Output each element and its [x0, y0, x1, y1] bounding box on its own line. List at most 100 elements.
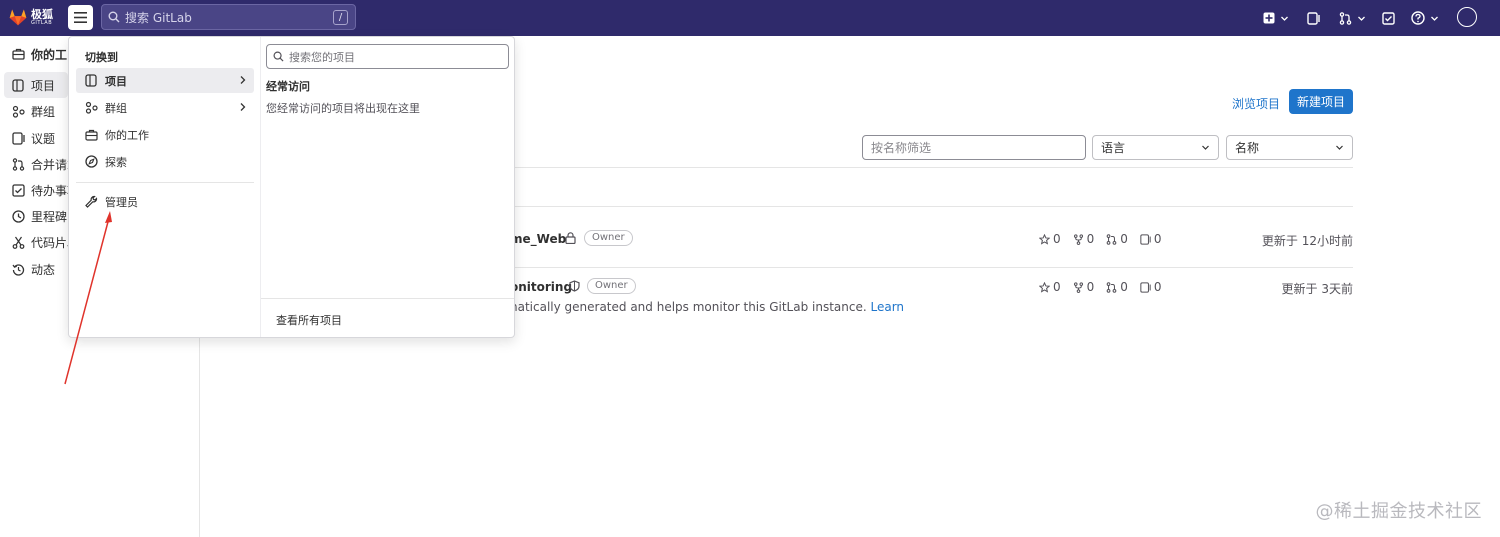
- stars-count[interactable]: 0: [1039, 280, 1061, 294]
- search-shortcut-key: /: [333, 10, 348, 25]
- chevron-down-icon: [1431, 16, 1438, 21]
- menu-item-explore[interactable]: 探索: [76, 149, 254, 174]
- sidebar-item-label: 群组: [31, 104, 56, 119]
- search-icon: [108, 11, 120, 23]
- divider: [76, 182, 254, 183]
- snippet-icon: [11, 235, 25, 249]
- menu-item-projects[interactable]: 项目: [76, 68, 254, 93]
- menu-item-label: 群组: [105, 101, 127, 115]
- forks-count[interactable]: 0: [1073, 232, 1095, 246]
- main-menu-button[interactable]: [68, 5, 93, 30]
- issues-count[interactable]: 0: [1140, 232, 1162, 246]
- merge-requests-count[interactable]: 0: [1106, 280, 1128, 294]
- shield-icon: [569, 280, 580, 292]
- sidebar-item-label: 项目: [31, 78, 56, 93]
- stat-value: 0: [1153, 280, 1162, 294]
- menu-item-admin[interactable]: 管理员: [76, 189, 254, 214]
- learn-more-link[interactable]: Learn: [870, 300, 904, 314]
- star-icon: [1039, 233, 1050, 245]
- stars-count[interactable]: 0: [1039, 232, 1061, 246]
- work-icon: [85, 128, 98, 141]
- stat-value: 0: [1053, 232, 1061, 246]
- switcher-menu: 切换到 项目 群组 你的工作 探索 管理员: [69, 37, 261, 337]
- avatar-icon[interactable]: [1457, 7, 1477, 27]
- sidebar-item-label: 议题: [31, 131, 56, 146]
- frequently-visited-empty-text: 您经常访问的项目将出现在这里: [266, 102, 420, 115]
- merge-request-icon: [1106, 281, 1117, 293]
- project-stats: 0 0 0 0: [1039, 232, 1174, 246]
- filter-by-name-input[interactable]: 按名称筛选: [862, 135, 1086, 160]
- merge-request-icon: [11, 157, 25, 171]
- todos-nav-button[interactable]: [1382, 9, 1395, 27]
- history-icon: [11, 262, 25, 276]
- new-project-button[interactable]: 新建项目: [1289, 89, 1353, 114]
- todo-icon: [11, 183, 25, 197]
- project-name-link[interactable]: me_Web: [510, 232, 566, 246]
- logo-title: 极狐: [31, 7, 53, 21]
- top-navbar: 极狐 GITLAB 搜索 GitLab /: [0, 0, 1500, 36]
- issues-nav-button[interactable]: [1307, 9, 1320, 27]
- sidebar-item-label: 里程碑: [31, 209, 68, 224]
- fork-icon: [1073, 281, 1083, 293]
- project-description: natically generated and helps monitor th…: [510, 300, 904, 314]
- watermark-text: @稀土掘金技术社区: [1315, 501, 1482, 522]
- menu-item-groups[interactable]: 群组: [76, 95, 254, 120]
- global-search-input[interactable]: 搜索 GitLab /: [101, 4, 356, 30]
- language-select[interactable]: 语言: [1092, 135, 1219, 160]
- chevron-down-icon: [1336, 145, 1343, 150]
- tanuki-icon: [9, 9, 27, 26]
- project-search-placeholder: 搜索您的项目: [289, 50, 355, 64]
- merge-requests-nav-button[interactable]: [1339, 9, 1366, 27]
- todo-icon: [1382, 11, 1395, 25]
- frequently-visited-heading: 经常访问: [266, 80, 310, 93]
- owner-badge: Owner: [584, 230, 633, 246]
- work-icon: [11, 47, 25, 61]
- sort-select[interactable]: 名称: [1226, 135, 1353, 160]
- menu-item-label: 管理员: [105, 195, 138, 209]
- gitlab-logo[interactable]: 极狐 GITLAB: [8, 7, 53, 27]
- project-description-text: natically generated and helps monitor th…: [510, 300, 871, 314]
- updated-time: 更新于 12小时前: [1261, 234, 1353, 248]
- switch-to-heading: 切换到: [85, 51, 118, 64]
- menu-item-your-work[interactable]: 你的工作: [76, 122, 254, 147]
- fork-icon: [1073, 233, 1083, 245]
- forks-count[interactable]: 0: [1073, 280, 1095, 294]
- help-icon: [1411, 11, 1425, 25]
- search-placeholder: 搜索 GitLab: [125, 10, 192, 25]
- issues-icon: [1140, 233, 1151, 245]
- stat-value: 0: [1153, 232, 1162, 246]
- group-icon: [85, 101, 98, 114]
- menu-item-label: 探索: [105, 155, 127, 169]
- stat-value: 0: [1053, 280, 1061, 294]
- view-all-projects-link[interactable]: 查看所有项目: [276, 312, 342, 328]
- new-menu-button[interactable]: [1263, 9, 1289, 27]
- chevron-right-icon: [240, 76, 246, 84]
- hamburger-icon: [74, 12, 87, 23]
- browse-projects-link[interactable]: 浏览项目: [1232, 95, 1280, 112]
- stat-value: 0: [1086, 280, 1095, 294]
- sort-select-value: 名称: [1235, 141, 1260, 155]
- language-select-value: 语言: [1101, 141, 1126, 155]
- chevron-down-icon: [1358, 16, 1365, 21]
- help-menu-button[interactable]: [1411, 9, 1439, 27]
- sidebar-item-projects[interactable]: 项目: [4, 72, 68, 98]
- issues-count[interactable]: 0: [1140, 280, 1162, 294]
- search-icon: [273, 51, 284, 62]
- wrench-icon: [85, 195, 98, 208]
- menu-item-label: 项目: [105, 74, 127, 88]
- project-icon: [85, 74, 98, 87]
- project-search-input[interactable]: 搜索您的项目: [266, 44, 509, 69]
- compass-icon: [85, 155, 98, 168]
- plus-square-icon: [1263, 12, 1275, 24]
- divider: [261, 298, 514, 299]
- project-icon: [11, 78, 25, 92]
- merge-requests-count[interactable]: 0: [1106, 232, 1128, 246]
- switcher-dropdown: 切换到 项目 群组 你的工作 探索 管理员 搜索您的项目 经常访问 您经常访问的…: [68, 36, 515, 338]
- sidebar-item-label: 动态: [31, 262, 56, 277]
- project-name-link[interactable]: onitoring: [510, 280, 572, 294]
- chevron-right-icon: [240, 103, 246, 111]
- project-stats: 0 0 0 0: [1039, 280, 1174, 294]
- lock-icon: [565, 232, 576, 244]
- logo-subtitle: GITLAB: [31, 19, 53, 26]
- stat-value: 0: [1086, 232, 1095, 246]
